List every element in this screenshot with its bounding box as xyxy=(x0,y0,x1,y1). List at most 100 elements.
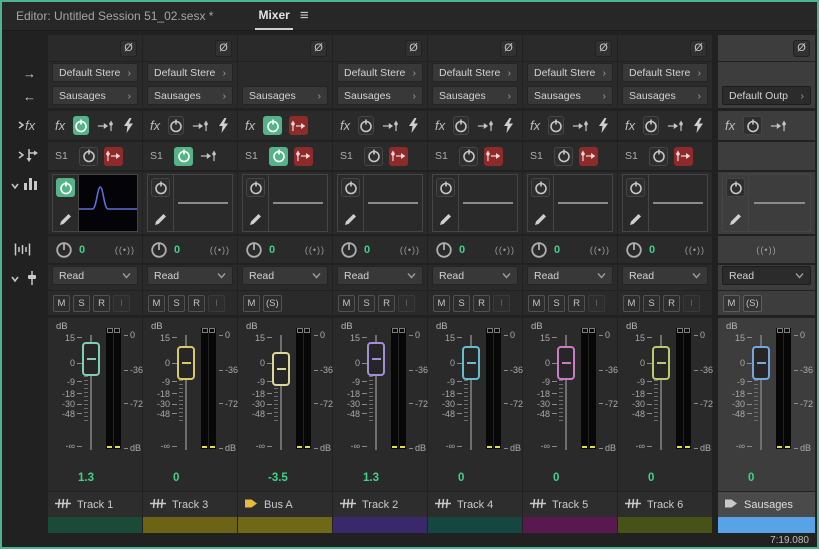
fx-power-state-icon[interactable] xyxy=(407,116,420,135)
track-name[interactable]: Track 4 xyxy=(457,499,493,511)
channel-button-i[interactable]: I xyxy=(588,294,605,312)
postfader-icon[interactable] xyxy=(674,146,693,166)
volume-fader-handle[interactable] xyxy=(557,346,575,381)
channel-button-s[interactable]: (S) xyxy=(743,294,762,312)
clip-indicator[interactable] xyxy=(304,328,310,333)
channel-button-r[interactable]: R xyxy=(473,294,490,312)
channel-button-s[interactable]: S xyxy=(643,294,660,312)
pan-knob[interactable] xyxy=(150,241,168,259)
pan-value[interactable]: 0 xyxy=(79,244,85,256)
output-routing-dropdown[interactable]: Sausages › xyxy=(432,86,518,105)
channel-button-s[interactable]: S xyxy=(73,294,90,312)
fx-power-button[interactable] xyxy=(358,116,375,135)
pan-value[interactable]: 0 xyxy=(269,244,275,256)
phase-invert-button[interactable]: Ø xyxy=(310,39,327,57)
send-power-button[interactable] xyxy=(554,146,573,166)
channel-button-s[interactable]: S xyxy=(453,294,470,312)
track-name[interactable]: Track 5 xyxy=(552,499,588,511)
automation-mode-dropdown[interactable]: Read xyxy=(622,266,708,285)
postfader-icon[interactable] xyxy=(104,146,123,166)
fx-power-state-icon[interactable] xyxy=(217,116,230,135)
output-routing-dropdown[interactable]: Sausages › xyxy=(527,86,613,105)
channel-button-i[interactable]: I xyxy=(398,294,415,312)
clip-indicator[interactable] xyxy=(784,328,790,333)
track-name[interactable]: Track 3 xyxy=(172,499,208,511)
eq-edit-pencil-icon[interactable] xyxy=(626,209,645,228)
eq-power-button[interactable] xyxy=(246,178,265,197)
eq-curve-thumbnail[interactable] xyxy=(749,175,810,231)
fx-section-collapse-chevron[interactable] xyxy=(17,117,25,135)
channel-button-r[interactable]: R xyxy=(568,294,585,312)
eq-section-collapse-chevron[interactable] xyxy=(10,177,20,195)
channel-button-r[interactable]: R xyxy=(663,294,680,312)
eq-power-button[interactable] xyxy=(626,178,645,197)
fx-power-state-icon[interactable] xyxy=(122,116,135,135)
eq-power-button[interactable] xyxy=(531,178,550,197)
postfader-icon[interactable] xyxy=(484,146,503,166)
input-routing-dropdown[interactable]: Default Stere › xyxy=(432,63,518,82)
automation-mode-dropdown[interactable]: Read xyxy=(722,266,811,285)
eq-curve-thumbnail[interactable] xyxy=(269,175,327,231)
prefader-icon[interactable] xyxy=(381,116,400,135)
eq-edit-pencil-icon[interactable] xyxy=(531,209,550,228)
pan-value[interactable]: 0 xyxy=(554,244,560,256)
fx-power-state-icon[interactable] xyxy=(502,116,515,135)
send-power-button[interactable] xyxy=(364,146,383,166)
volume-value[interactable]: 0 xyxy=(143,472,179,484)
volume-fader-handle[interactable] xyxy=(82,341,100,376)
eq-edit-pencil-icon[interactable] xyxy=(246,209,265,228)
volume-fader-handle[interactable] xyxy=(752,346,770,381)
postfader-icon[interactable] xyxy=(289,116,309,135)
clip-indicator[interactable] xyxy=(399,328,405,333)
track-name[interactable]: Bus A xyxy=(264,499,293,511)
phase-invert-button[interactable]: Ø xyxy=(690,39,707,57)
prefader-icon[interactable] xyxy=(191,116,210,135)
output-routing-dropdown[interactable]: Sausages › xyxy=(622,86,708,105)
automation-mode-dropdown[interactable]: Read xyxy=(527,266,613,285)
pan-knob[interactable] xyxy=(245,241,263,259)
channel-button-s[interactable]: (S) xyxy=(263,294,282,312)
automation-mode-dropdown[interactable]: Read xyxy=(147,266,233,285)
output-routing-dropdown[interactable]: Default Outp › xyxy=(722,86,811,105)
postfader-icon[interactable] xyxy=(389,146,408,166)
eq-edit-pencil-icon[interactable] xyxy=(341,209,360,228)
eq-edit-pencil-icon[interactable] xyxy=(151,209,170,228)
fx-power-button[interactable] xyxy=(168,116,185,135)
channel-button-m[interactable]: M xyxy=(723,294,740,312)
volume-value[interactable]: 1.3 xyxy=(333,472,379,484)
pan-knob[interactable] xyxy=(435,241,453,259)
volume-fader-handle[interactable] xyxy=(367,341,385,376)
send-power-button[interactable] xyxy=(174,146,193,166)
channel-button-i[interactable]: I xyxy=(208,294,225,312)
eq-curve-thumbnail[interactable] xyxy=(649,175,707,231)
output-routing-dropdown[interactable]: Sausages › xyxy=(147,86,233,105)
volume-value[interactable]: 0 xyxy=(618,472,654,484)
send-power-button[interactable] xyxy=(79,146,98,166)
eq-edit-pencil-icon[interactable] xyxy=(726,209,745,228)
volume-value[interactable]: 0 xyxy=(428,472,464,484)
pan-value[interactable]: 0 xyxy=(649,244,655,256)
volume-fader-handle[interactable] xyxy=(652,346,670,381)
prefader-icon[interactable] xyxy=(769,116,788,135)
input-routing-dropdown[interactable]: Default Stere › xyxy=(147,63,233,82)
eq-curve-thumbnail[interactable] xyxy=(554,175,612,231)
eq-power-button[interactable] xyxy=(341,178,360,197)
channel-button-s[interactable]: S xyxy=(358,294,375,312)
clip-indicator[interactable] xyxy=(589,328,595,333)
send-power-button[interactable] xyxy=(269,146,288,166)
channel-button-r[interactable]: R xyxy=(188,294,205,312)
volume-value[interactable]: 0 xyxy=(718,472,754,484)
pan-knob[interactable] xyxy=(530,241,548,259)
volume-value[interactable]: 1.3 xyxy=(48,472,94,484)
track-name[interactable]: Track 2 xyxy=(362,499,398,511)
clip-indicator[interactable] xyxy=(209,328,215,333)
phase-invert-button[interactable]: Ø xyxy=(500,39,517,57)
fx-power-button[interactable] xyxy=(453,116,470,135)
pan-knob[interactable] xyxy=(55,241,73,259)
eq-power-button[interactable] xyxy=(436,178,455,197)
clip-indicator[interactable] xyxy=(684,328,690,333)
volume-fader-handle[interactable] xyxy=(462,346,480,381)
channel-button-m[interactable]: M xyxy=(623,294,640,312)
prefader-icon[interactable] xyxy=(96,116,115,135)
eq-power-button[interactable] xyxy=(726,178,745,197)
